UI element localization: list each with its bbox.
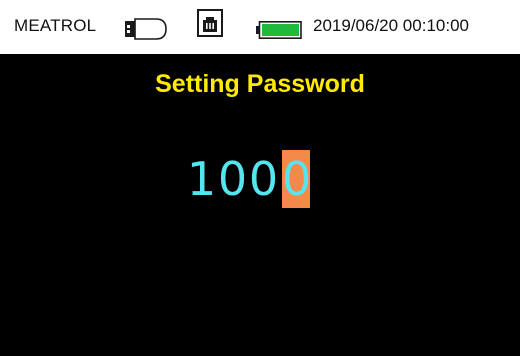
password-field[interactable]: 1000 (186, 150, 311, 208)
password-digit[interactable]: 0 (217, 150, 248, 208)
status-bar: MEATROL 2019/06/20 00:10:00 (0, 0, 520, 54)
password-digit[interactable]: 1 (186, 150, 217, 208)
password-digit[interactable]: 0 (248, 150, 279, 208)
usb-drive-icon (125, 18, 167, 40)
password-digit-active[interactable]: 0 (282, 150, 311, 208)
battery-level-fill (262, 24, 299, 36)
battery-icon (256, 21, 302, 39)
ethernet-port-icon (197, 9, 223, 37)
brand-label: MEATROL (14, 16, 97, 35)
device-screen: MEATROL 2019/06/20 00:10:00 Setting Pass… (0, 0, 520, 356)
page-title: Setting Password (155, 70, 365, 98)
datetime-display: 2019/06/20 00:10:00 (313, 16, 469, 35)
